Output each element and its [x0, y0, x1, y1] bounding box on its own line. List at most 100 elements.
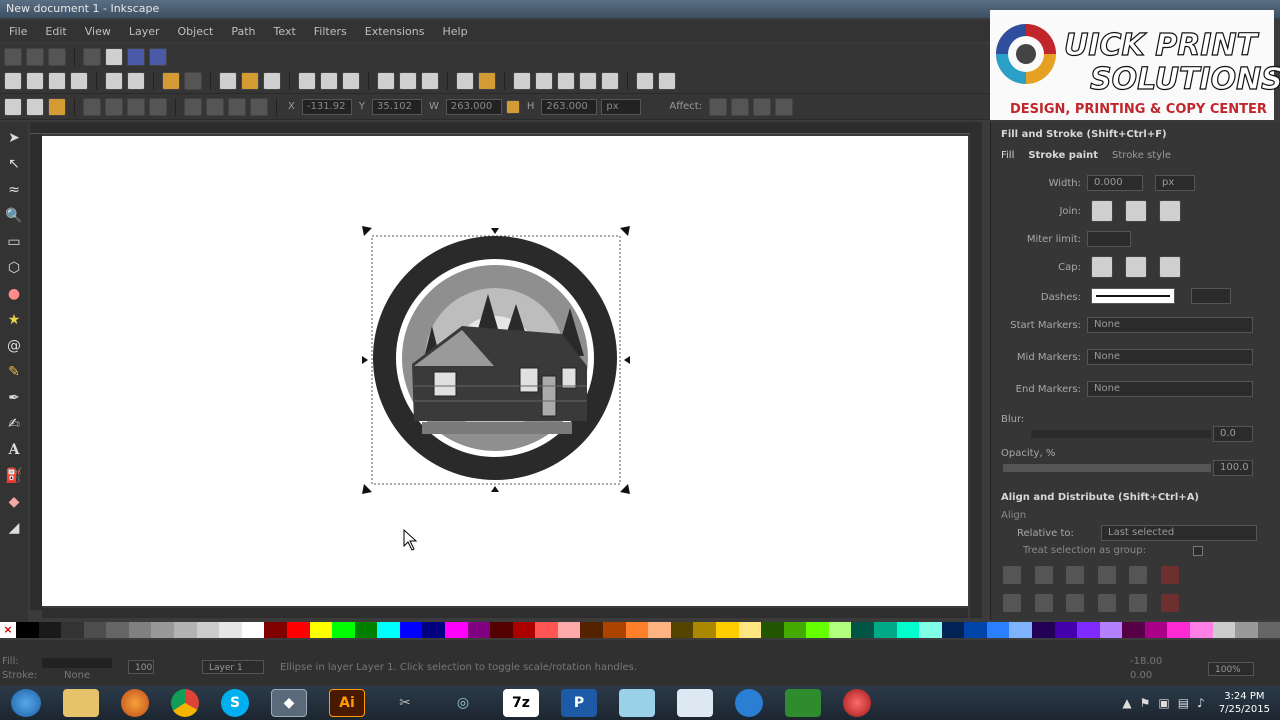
file-explorer-icon[interactable] [63, 689, 99, 717]
clone-button[interactable] [399, 71, 417, 90]
snap-center-button[interactable] [149, 47, 167, 66]
palette-swatch[interactable] [1190, 622, 1213, 638]
palette-swatch[interactable] [174, 622, 197, 638]
preferences-button[interactable] [636, 71, 654, 90]
palette-swatch[interactable] [286, 622, 310, 638]
text-font-button[interactable] [535, 71, 553, 90]
blur-slider[interactable] [1031, 430, 1211, 438]
palette-swatch[interactable] [580, 622, 604, 638]
width-field[interactable]: 0.000 [1087, 175, 1143, 191]
pencil-tool-icon[interactable]: ✎ [4, 362, 24, 382]
palette-swatch[interactable] [851, 622, 874, 638]
palette-swatch[interactable] [83, 622, 107, 638]
snap-grid-button[interactable] [83, 47, 101, 66]
blur-field[interactable]: 0.0 [1213, 426, 1253, 442]
unlink-clone-button[interactable] [421, 71, 439, 90]
cap-butt-button[interactable] [1091, 256, 1113, 278]
snap-nodes-button[interactable] [48, 47, 66, 66]
dash-offset-field[interactable] [1191, 288, 1231, 304]
palette-swatch[interactable] [377, 622, 400, 638]
palette-swatch[interactable] [919, 622, 942, 638]
x-field[interactable]: -131.92 [301, 98, 352, 115]
snap-page-button[interactable] [105, 47, 123, 66]
snap-guide-button[interactable] [127, 47, 145, 66]
dashes-select[interactable] [1091, 288, 1175, 304]
publisher-icon[interactable]: P [561, 689, 597, 717]
palette-swatch[interactable] [1099, 622, 1123, 638]
cap-round-button[interactable] [1125, 256, 1147, 278]
duplicate-button[interactable] [377, 71, 395, 90]
menu-help[interactable]: Help [433, 25, 476, 38]
palette-swatch[interactable] [151, 622, 175, 638]
align-left-edges-button[interactable] [1003, 566, 1021, 584]
palette-swatch[interactable] [806, 622, 829, 638]
paste-button[interactable] [263, 71, 281, 90]
miter-limit-field[interactable] [1087, 231, 1131, 247]
start-markers-select[interactable]: None [1087, 317, 1253, 333]
tab-stroke-style[interactable]: Stroke style [1112, 150, 1171, 161]
tray-arrow-icon[interactable]: ▲ [1122, 696, 1131, 710]
flip-horizontal-button[interactable] [127, 97, 145, 116]
rotate-cw-button[interactable] [105, 97, 123, 116]
palette-swatch[interactable] [512, 622, 536, 638]
rectangle-tool-icon[interactable]: ▭ [4, 232, 24, 252]
palette-swatch[interactable] [761, 622, 784, 638]
opacity-slider[interactable] [1003, 464, 1211, 472]
palette-swatch[interactable] [128, 622, 152, 638]
menu-view[interactable]: View [76, 25, 120, 38]
align-left-button[interactable] [1034, 566, 1053, 584]
align-baseline-vertical-button[interactable] [1160, 594, 1179, 612]
align-bottom-button[interactable] [1097, 594, 1116, 612]
text-tool-icon[interactable]: A [4, 440, 24, 460]
affect-corners-button[interactable] [731, 97, 750, 116]
palette-swatch[interactable] [557, 622, 581, 638]
palette-swatch[interactable] [828, 622, 852, 638]
palette-swatch[interactable] [38, 622, 62, 638]
tweak-tool-icon[interactable]: ≈ [4, 180, 24, 200]
record-app-icon[interactable] [843, 689, 871, 717]
lower-to-bottom-button[interactable] [250, 97, 268, 116]
import-button[interactable] [105, 71, 123, 90]
redo-button[interactable] [184, 71, 202, 90]
layer-select[interactable]: Layer 1 [202, 660, 264, 674]
menu-layer[interactable]: Layer [120, 25, 169, 38]
palette-swatch[interactable] [1257, 622, 1280, 638]
copy-button[interactable] [219, 71, 237, 90]
palette-swatch[interactable] [16, 622, 39, 638]
fill-stroke-button[interactable] [513, 71, 531, 90]
palette-swatch[interactable] [625, 622, 649, 638]
palette-swatch[interactable] [693, 622, 716, 638]
menu-extensions[interactable]: Extensions [356, 25, 434, 38]
opacity-spinner[interactable]: 100 [128, 660, 154, 674]
tray-volume-icon[interactable]: ♪ [1197, 696, 1205, 710]
palette-swatch[interactable] [309, 622, 333, 638]
undo-button[interactable] [162, 71, 180, 90]
palette-swatch[interactable] [1144, 622, 1168, 638]
palette-swatch[interactable] [490, 622, 513, 638]
menu-object[interactable]: Object [169, 25, 223, 38]
affect-stroke-button[interactable] [709, 97, 728, 116]
new-document-button[interactable] [4, 71, 22, 90]
eraser-tool-icon[interactable]: ◆ [4, 492, 24, 512]
spiral-tool-icon[interactable]: @ [4, 336, 24, 356]
tab-stroke-paint[interactable]: Stroke paint [1028, 150, 1098, 161]
lower-button[interactable] [228, 97, 246, 116]
lock-ratio-button[interactable] [505, 99, 520, 114]
palette-swatch[interactable] [896, 622, 920, 638]
menu-path[interactable]: Path [222, 25, 264, 38]
align-center-horizontal-button[interactable] [1066, 594, 1084, 612]
affect-gradient-button[interactable] [753, 97, 772, 116]
unit-select[interactable]: px [601, 98, 642, 115]
open-button[interactable] [26, 71, 44, 90]
relative-to-select[interactable]: Last selected [1101, 525, 1257, 541]
menu-edit[interactable]: Edit [36, 25, 75, 38]
pen-tool-icon[interactable]: ✒ [4, 388, 24, 408]
palette-swatch[interactable] [986, 622, 1010, 638]
align-top-button[interactable] [1034, 594, 1053, 612]
select-all-layers-button[interactable] [26, 97, 44, 116]
align-button[interactable] [601, 71, 619, 90]
tray-printer-icon[interactable]: ▣ [1158, 696, 1169, 710]
ellipse-tool-icon[interactable]: ● [4, 284, 24, 304]
join-round-button[interactable] [1125, 200, 1147, 222]
align-bottom-edges-button[interactable] [1003, 594, 1021, 612]
